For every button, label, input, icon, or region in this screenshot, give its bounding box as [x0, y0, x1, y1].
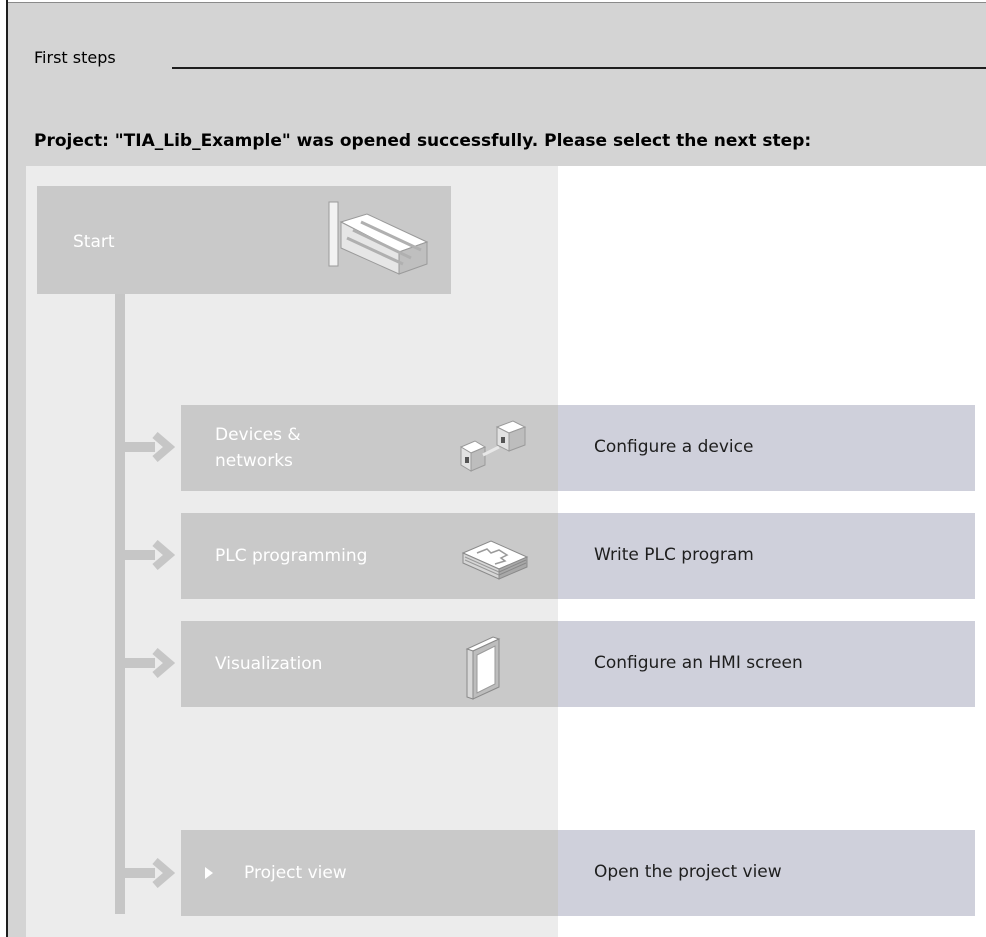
window-left-border	[0, 0, 8, 937]
write-plc-program-link[interactable]: Write PLC program	[558, 513, 975, 599]
visualization-icon	[463, 629, 513, 705]
open-project-view-link[interactable]: Open the project view	[558, 830, 975, 916]
configure-device-link[interactable]: Configure a device	[558, 405, 975, 491]
project-view-button[interactable]: Project view	[181, 830, 558, 916]
step-devices-networks[interactable]: Devices & networks	[181, 405, 558, 491]
play-triangle-icon	[205, 867, 213, 879]
stairs-icon	[327, 200, 431, 284]
project-view-label: Project view	[244, 863, 347, 883]
step-label: PLC programming	[215, 546, 368, 566]
section-title: First steps	[34, 48, 116, 67]
devices-networks-icon	[457, 417, 529, 479]
status-message: Project: "TIA_Lib_Example" was opened su…	[34, 131, 812, 151]
step-description: Open the project view	[594, 862, 782, 882]
start-label: Start	[73, 232, 115, 252]
step-visualization[interactable]: Visualization	[181, 621, 558, 707]
tree-connector	[115, 294, 125, 914]
step-plc-programming[interactable]: PLC programming	[181, 513, 558, 599]
branch-arrow	[115, 540, 181, 570]
step-label-line2: networks	[215, 451, 293, 471]
plc-programming-icon	[457, 527, 533, 587]
step-label: Visualization	[215, 654, 323, 674]
branch-arrow	[115, 432, 181, 462]
step-description: Configure an HMI screen	[594, 653, 803, 673]
start-button[interactable]: Start	[37, 186, 451, 294]
branch-arrow	[115, 858, 181, 888]
step-description: Configure a device	[594, 437, 754, 457]
window-top-border	[8, 0, 986, 3]
branch-arrow	[115, 648, 181, 678]
step-description: Write PLC program	[594, 545, 754, 565]
section-divider	[172, 67, 986, 69]
step-label-line1: Devices &	[215, 425, 301, 445]
configure-hmi-screen-link[interactable]: Configure an HMI screen	[558, 621, 975, 707]
